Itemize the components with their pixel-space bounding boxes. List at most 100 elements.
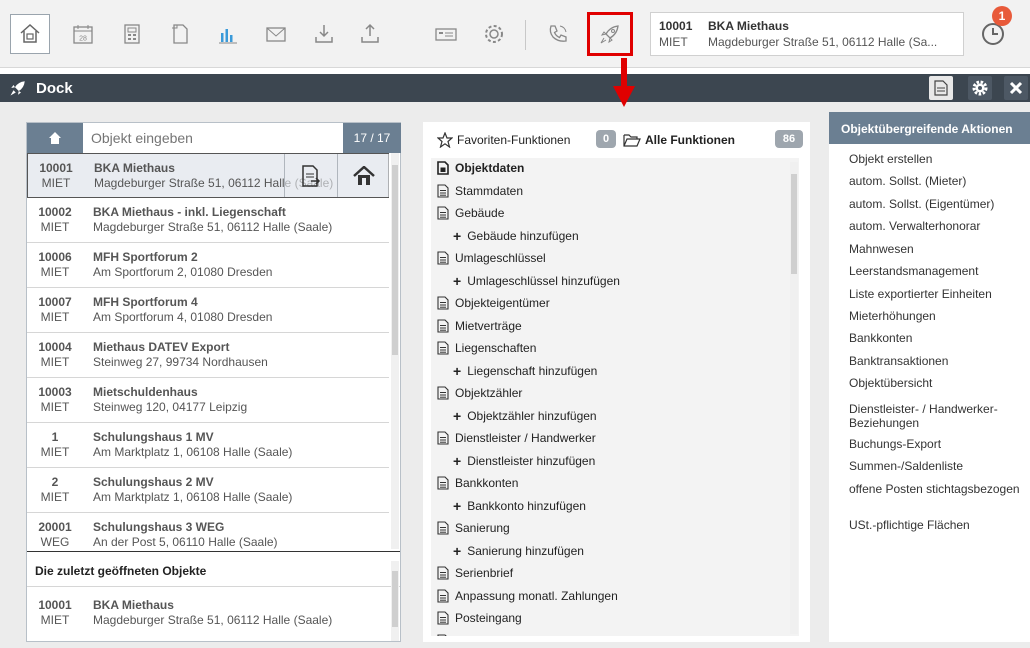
- documents-button[interactable]: [162, 14, 198, 54]
- document-icon: [934, 80, 948, 96]
- function-item[interactable]: Stammdaten: [437, 181, 523, 201]
- object-row[interactable]: 10004 MIET Miethaus DATEV Export Steinwe…: [27, 333, 389, 378]
- function-add-item[interactable]: + Bankkonto hinzufügen: [453, 496, 586, 516]
- export-button[interactable]: [352, 14, 388, 54]
- rocket-button[interactable]: [587, 12, 633, 56]
- object-type: MIET: [40, 445, 70, 459]
- tab-favorites[interactable]: Favoriten-Funktionen: [437, 128, 570, 152]
- object-row[interactable]: 10002 MIET BKA Miethaus - inkl. Liegensc…: [27, 198, 389, 243]
- function-add-item[interactable]: + Liegenschaft hinzufügen: [453, 361, 597, 381]
- object-row[interactable]: 10007 MIET MFH Sportforum 4 Am Sportforu…: [27, 288, 389, 333]
- function-add-item[interactable]: + Gebäude hinzufügen: [453, 226, 579, 246]
- object-number: 10006: [38, 250, 72, 264]
- calculator-button[interactable]: [114, 14, 150, 54]
- global-action-item[interactable]: offene Posten stichtagsbezogen: [849, 482, 1027, 496]
- global-action-item[interactable]: Mahnwesen: [849, 242, 1027, 256]
- function-item[interactable]: Liegenschaften: [437, 338, 536, 358]
- dock-document-button[interactable]: [929, 76, 953, 100]
- global-action-item[interactable]: Bankkonten: [849, 331, 1027, 345]
- recent-list-scrollbar[interactable]: [391, 561, 399, 641]
- function-add-item[interactable]: + Umlageschlüssel hinzufügen: [453, 271, 620, 291]
- function-item[interactable]: Anpassung monatl. Zahlungen: [437, 586, 618, 606]
- phone-button[interactable]: [540, 14, 576, 54]
- object-number: 10001: [38, 598, 72, 612]
- settings-button[interactable]: [476, 14, 512, 54]
- function-item[interactable]: Bankkonten: [437, 473, 518, 493]
- star-icon: [437, 132, 453, 148]
- object-row[interactable]: 10001 MIET BKA Miethaus Magdeburger Stra…: [27, 153, 389, 198]
- object-open-button[interactable]: [337, 154, 389, 197]
- dock-close-button[interactable]: [1004, 76, 1028, 100]
- object-row[interactable]: 10006 MIET MFH Sportforum 2 Am Sportforu…: [27, 243, 389, 288]
- function-add-item[interactable]: + Sanierung hinzufügen: [453, 541, 584, 561]
- function-item[interactable]: Umlageschlüssel: [437, 248, 546, 268]
- object-type: MIET: [40, 310, 70, 324]
- tab-favorites-label: Favoriten-Funktionen: [457, 133, 571, 147]
- gear-icon: [972, 80, 988, 96]
- global-action-item[interactable]: Dienstleister- / Handwerker-Beziehungen: [849, 402, 1027, 430]
- current-object-selector[interactable]: 10001 MIET BKA Miethaus Magdeburger Stra…: [650, 12, 964, 56]
- global-action-item[interactable]: Leerstandsmanagement: [849, 264, 1027, 278]
- function-group-header[interactable]: Objektdaten: [437, 158, 524, 178]
- function-label: Anpassung monatl. Zahlungen: [455, 588, 618, 603]
- global-action-item[interactable]: Liste exportierter Einheiten: [849, 287, 1027, 301]
- function-label: Objekteigentümer: [455, 296, 550, 310]
- function-add-item[interactable]: + Dienstleister hinzufügen: [453, 451, 595, 471]
- scrollbar-thumb[interactable]: [392, 571, 398, 627]
- function-item[interactable]: Sanierung: [437, 518, 510, 538]
- download-icon: [315, 25, 333, 43]
- global-action-item[interactable]: Banktransaktionen: [849, 354, 1027, 368]
- import-button[interactable]: [306, 14, 342, 54]
- recent-object-row[interactable]: 10001 MIET BKA Miethaus Magdeburger Stra…: [27, 589, 389, 634]
- object-details-button[interactable]: [284, 154, 337, 197]
- toolbar-divider: [525, 20, 526, 50]
- function-item[interactable]: Posteingang: [437, 608, 522, 628]
- object-search-input[interactable]: [91, 129, 341, 147]
- object-list: 10001 MIET BKA Miethaus Magdeburger Stra…: [27, 153, 389, 549]
- global-action-item[interactable]: Objektübersicht: [849, 376, 1027, 390]
- object-row[interactable]: 20001 WEG Schulungshaus 3 WEG An der Pos…: [27, 513, 389, 549]
- scrollbar-thumb[interactable]: [791, 174, 797, 274]
- object-address: Am Sportforum 2, 01080 Dresden: [93, 265, 273, 279]
- object-row[interactable]: 1 MIET Schulungshaus 1 MV Am Marktplatz …: [27, 423, 389, 468]
- calendar-button[interactable]: 28: [65, 14, 101, 54]
- object-row[interactable]: 10003 MIET Mietschuldenhaus Steinweg 120…: [27, 378, 389, 423]
- home-button[interactable]: [10, 14, 50, 54]
- object-name: BKA Miethaus: [93, 598, 174, 612]
- function-add-item[interactable]: + Objektzähler hinzufügen: [453, 406, 597, 426]
- dock-header: Dock: [0, 74, 1030, 102]
- document-icon: [437, 633, 448, 636]
- mail-button[interactable]: [258, 14, 294, 54]
- function-item[interactable]: Serienbrief: [437, 563, 513, 583]
- function-label: Posteingang: [455, 611, 522, 625]
- object-row[interactable]: 2 MIET Schulungshaus 2 MV Am Marktplatz …: [27, 468, 389, 513]
- document-icon: [437, 521, 449, 535]
- global-action-item[interactable]: autom. Sollst. (Eigentümer): [849, 197, 1027, 211]
- object-number: 1: [51, 430, 59, 444]
- global-action-item[interactable]: autom. Sollst. (Mieter): [849, 174, 1027, 188]
- global-action-item[interactable]: autom. Verwalterhonorar: [849, 219, 1027, 233]
- function-item[interactable]: Verwalterhonorareinstellungen: [437, 631, 617, 636]
- global-action-item[interactable]: Buchungs-Export: [849, 437, 1027, 451]
- function-item[interactable]: Gebäude: [437, 203, 504, 223]
- function-item[interactable]: Objektzähler: [437, 383, 522, 403]
- function-item[interactable]: Objekteigentümer: [437, 293, 550, 313]
- function-item[interactable]: Dienstleister / Handwerker: [437, 428, 596, 448]
- global-action-item[interactable]: Mieterhöhungen: [849, 309, 1027, 323]
- global-action-item[interactable]: USt.-pflichtige Flächen: [849, 518, 1027, 532]
- scrollbar-thumb[interactable]: [392, 165, 398, 355]
- global-action-item[interactable]: Summen-/Saldenliste: [849, 459, 1027, 473]
- current-object-number: 10001: [659, 19, 693, 33]
- function-item[interactable]: Mietverträge: [437, 316, 522, 336]
- global-action-item[interactable]: Objekt erstellen: [849, 152, 1027, 166]
- tab-all-functions[interactable]: Alle Funktionen: [623, 128, 735, 152]
- card-button[interactable]: [428, 14, 464, 54]
- dock-settings-button[interactable]: [968, 76, 992, 100]
- object-home-button[interactable]: [27, 123, 83, 153]
- object-list-scrollbar[interactable]: [391, 153, 399, 549]
- object-number: 10003: [38, 385, 72, 399]
- reports-button[interactable]: [210, 14, 246, 54]
- object-number: 10007: [38, 295, 72, 309]
- function-list-scrollbar[interactable]: [790, 162, 798, 634]
- document-icon: [437, 431, 449, 445]
